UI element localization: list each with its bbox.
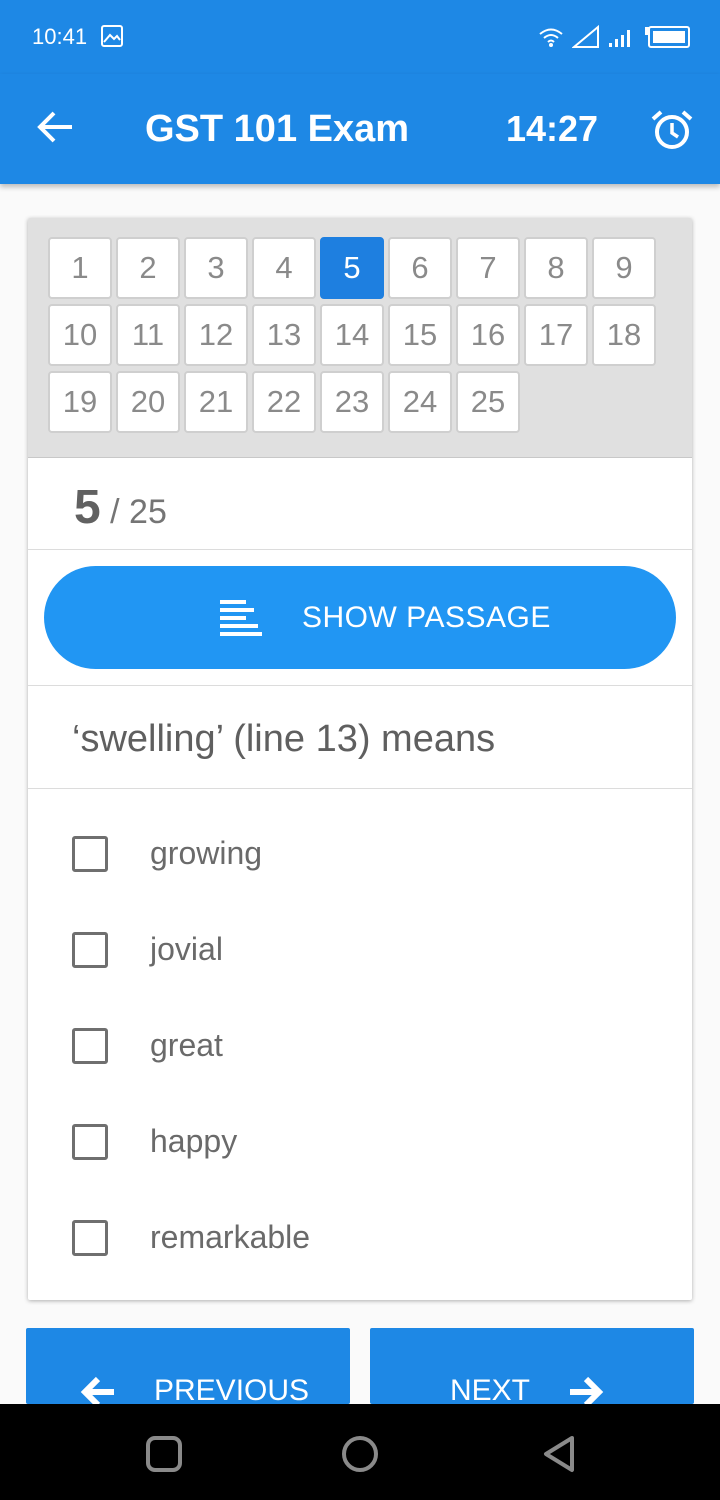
question-tile-6[interactable]: 6 (388, 237, 452, 299)
status-bar: 10:41 (0, 0, 720, 74)
option-checkbox[interactable] (72, 1220, 108, 1256)
question-tile-24[interactable]: 24 (388, 371, 452, 433)
question-tile-14[interactable]: 14 (320, 304, 384, 366)
question-tile-11[interactable]: 11 (116, 304, 180, 366)
signal-outline-icon (572, 25, 599, 48)
show-passage-label: SHOW PASSAGE (302, 601, 551, 634)
option-label: happy (150, 1123, 238, 1159)
recent-apps-icon[interactable] (144, 1434, 184, 1474)
question-card: 1 2 3 4 5 6 7 8 9 10 11 12 13 14 15 16 17 18 19 20 21 22 23 24 2… (28, 218, 692, 1300)
question-tile-18[interactable]: 18 (592, 304, 656, 366)
cellular-signal-icon (609, 30, 630, 47)
option-label: remarkable (150, 1219, 311, 1255)
option-checkbox[interactable] (72, 836, 108, 872)
option-row[interactable]: remarkable (28, 1203, 692, 1273)
question-tile-17[interactable]: 17 (524, 304, 588, 366)
image-notification-icon (101, 25, 123, 47)
system-icons (538, 22, 690, 52)
option-row[interactable]: jovial (28, 915, 692, 985)
arrow-right-icon (570, 1376, 604, 1404)
question-tile-25[interactable]: 25 (456, 371, 520, 433)
battery-icon (645, 26, 690, 48)
option-row[interactable]: happy (28, 1107, 692, 1177)
system-navigation-bar (0, 1404, 720, 1500)
question-tile-9[interactable]: 9 (592, 237, 656, 299)
question-text: ‘swelling’ (line 13) means (72, 718, 496, 760)
passage-lines-icon (220, 600, 262, 636)
question-tile-15[interactable]: 15 (388, 304, 452, 366)
question-tile-19[interactable]: 19 (48, 371, 112, 433)
back-triangle-icon[interactable] (540, 1434, 580, 1474)
option-label: great (150, 1027, 223, 1063)
question-counter: 5 / 25 (74, 480, 167, 535)
question-tile-3[interactable]: 3 (184, 237, 248, 299)
question-tile-5[interactable]: 5 (320, 237, 384, 299)
question-tile-7[interactable]: 7 (456, 237, 520, 299)
question-tile-21[interactable]: 21 (184, 371, 248, 433)
question-tile-16[interactable]: 16 (456, 304, 520, 366)
option-checkbox[interactable] (72, 1124, 108, 1160)
option-checkbox[interactable] (72, 1028, 108, 1064)
option-row[interactable]: great (28, 1011, 692, 1081)
exam-timer: 14:27 (506, 108, 599, 149)
next-button[interactable]: NEXT (370, 1328, 694, 1404)
next-label: NEXT (450, 1374, 531, 1404)
wifi-icon (539, 28, 563, 47)
counter-separator: / (100, 493, 130, 531)
question-tile-4[interactable]: 4 (252, 237, 316, 299)
question-tile-1[interactable]: 1 (48, 237, 112, 299)
total-questions: 25 (129, 493, 167, 531)
current-question-number: 5 (74, 481, 101, 534)
app-bar: GST 101 Exam 14:27 (0, 74, 720, 184)
question-tile-13[interactable]: 13 (252, 304, 316, 366)
divider (28, 788, 692, 789)
arrow-left-icon (80, 1376, 114, 1404)
question-tile-10[interactable]: 10 (48, 304, 112, 366)
question-tile-2[interactable]: 2 (116, 237, 180, 299)
question-number-grid: 1 2 3 4 5 6 7 8 9 10 11 12 13 14 15 16 17 18 19 20 21 22 23 24 2… (28, 218, 692, 458)
show-passage-button[interactable]: SHOW PASSAGE (44, 566, 676, 669)
question-tile-8[interactable]: 8 (524, 237, 588, 299)
question-tile-22[interactable]: 22 (252, 371, 316, 433)
status-time: 10:41 (32, 24, 88, 49)
divider (28, 549, 692, 550)
option-label: jovial (150, 931, 223, 967)
question-tile-23[interactable]: 23 (320, 371, 384, 433)
previous-label: PREVIOUS (154, 1374, 310, 1404)
question-tile-20[interactable]: 20 (116, 371, 180, 433)
option-checkbox[interactable] (72, 932, 108, 968)
page-title: GST 101 Exam (145, 108, 410, 150)
question-tile-12[interactable]: 12 (184, 304, 248, 366)
divider (28, 685, 692, 686)
alarm-clock-icon[interactable] (650, 108, 694, 152)
back-arrow-icon[interactable] (36, 107, 76, 147)
option-row[interactable]: growing (28, 819, 692, 889)
option-label: growing (150, 835, 263, 871)
previous-button[interactable]: PREVIOUS (26, 1328, 350, 1404)
home-icon[interactable] (340, 1434, 380, 1474)
